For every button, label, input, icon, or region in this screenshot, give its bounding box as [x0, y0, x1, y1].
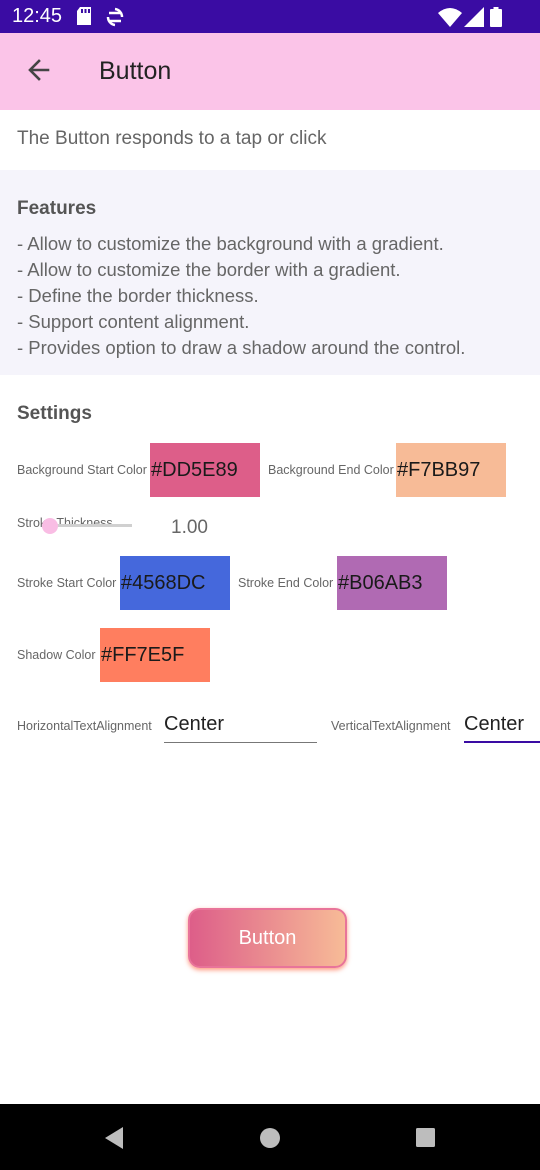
back-nav-icon[interactable]: [103, 1126, 125, 1150]
feature-item: - Provides option to draw a shadow aroun…: [17, 337, 466, 358]
feature-item: - Support content alignment.: [17, 311, 250, 332]
demo-gradient-button[interactable]: Button: [188, 908, 347, 968]
stroke-thickness-label: Stroke Thickness: [17, 516, 113, 530]
feature-item: - Allow to customize the background with…: [17, 233, 444, 254]
sync-icon: [106, 7, 124, 27]
features-title: Features: [17, 198, 97, 219]
feature-item: - Allow to customize the border with a g…: [17, 259, 401, 280]
features-list: - Allow to customize the background with…: [17, 231, 465, 361]
vertical-alignment-picker[interactable]: Center: [464, 713, 540, 743]
arrow-back-icon: [28, 59, 50, 81]
vertical-alignment-label: VerticalTextAlignment: [331, 719, 451, 733]
shadow-color-label: Shadow Color: [17, 648, 96, 662]
stroke-thickness-slider-track[interactable]: [52, 524, 132, 527]
recents-nav-icon[interactable]: [415, 1127, 436, 1148]
vertical-alignment-value: Center: [464, 713, 525, 735]
page-description: The Button responds to a tap or click: [17, 128, 327, 149]
stroke-start-color-label: Stroke Start Color: [17, 576, 117, 590]
navigation-bar: [0, 1104, 540, 1170]
stroke-thickness-slider-thumb[interactable]: [42, 518, 58, 534]
horizontal-alignment-label: HorizontalTextAlignment: [17, 719, 152, 733]
home-nav-icon[interactable]: [259, 1127, 281, 1149]
feature-item: - Define the border thickness.: [17, 285, 259, 306]
page-title: Button: [99, 57, 172, 85]
horizontal-alignment-picker[interactable]: Center: [164, 713, 317, 743]
battery-icon: [490, 7, 502, 27]
settings-title: Settings: [17, 403, 92, 424]
status-bar: 12:45: [0, 0, 540, 33]
background-end-color-label: Background End Color: [268, 463, 394, 477]
wifi-icon: [438, 8, 462, 27]
signal-icon: [464, 7, 484, 27]
stroke-end-color-swatch[interactable]: #B06AB3: [337, 556, 447, 610]
stroke-end-color-label: Stroke End Color: [238, 576, 334, 590]
back-button[interactable]: [24, 55, 54, 85]
horizontal-alignment-value: Center: [164, 713, 225, 735]
app-toolbar: Button: [0, 33, 540, 110]
features-section: Features - Allow to customize the backgr…: [0, 170, 540, 375]
sd-card-icon: [77, 7, 91, 25]
background-start-color-swatch[interactable]: #DD5E89: [150, 443, 260, 497]
shadow-color-swatch[interactable]: #FF7E5F: [100, 628, 210, 682]
stroke-start-color-swatch[interactable]: #4568DC: [120, 556, 230, 610]
status-time: 12:45: [12, 5, 63, 27]
background-start-color-label: Background Start Color: [17, 463, 147, 477]
stroke-thickness-value: 1.00: [171, 517, 208, 538]
background-end-color-swatch[interactable]: #F7BB97: [396, 443, 506, 497]
